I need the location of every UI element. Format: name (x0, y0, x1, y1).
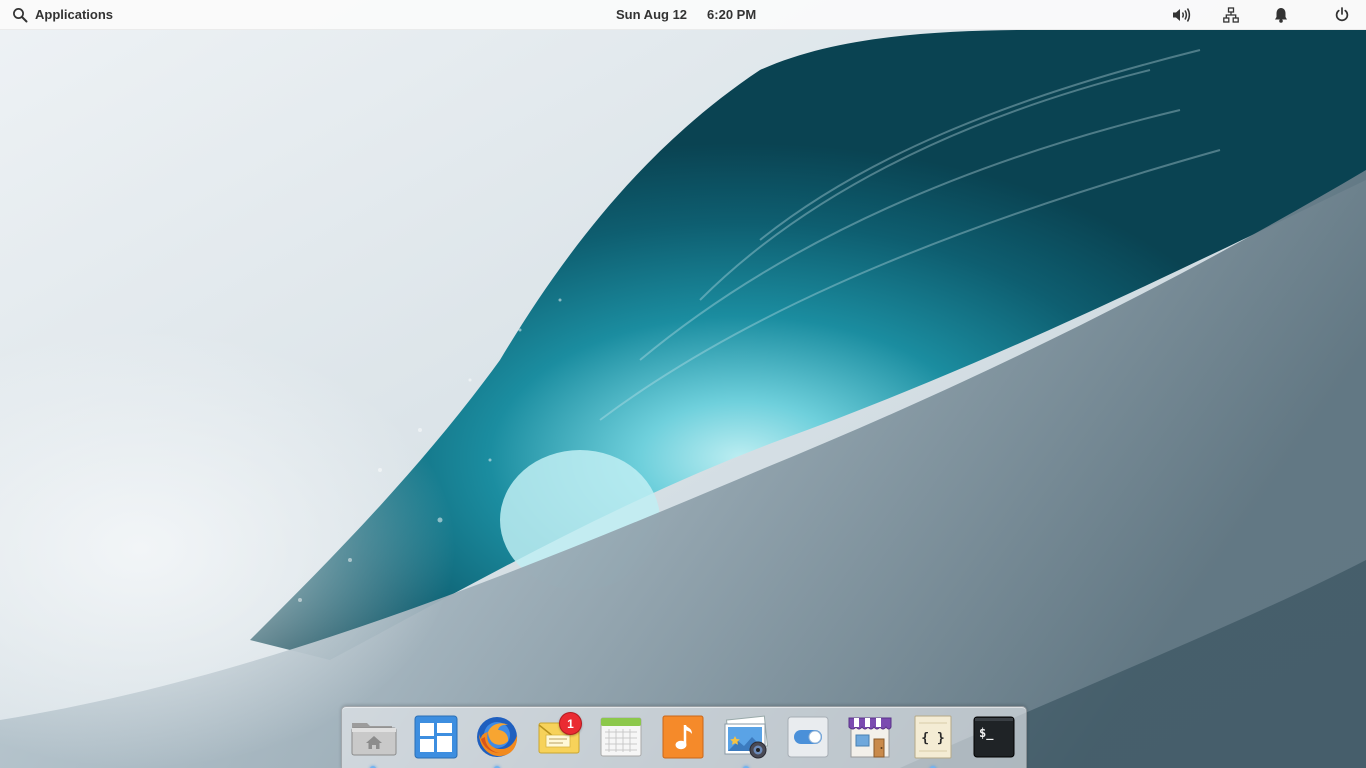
calendar-icon (600, 717, 642, 757)
notifications-icon (1275, 7, 1287, 23)
dock-item-firefox[interactable] (473, 713, 521, 768)
settings-toggle-icon (787, 716, 829, 758)
network-icon (1223, 6, 1239, 23)
notifications-indicator[interactable] (1256, 0, 1306, 29)
photos-icon (724, 715, 769, 759)
dock-item-code[interactable]: { } (909, 713, 957, 768)
volume-indicator[interactable] (1156, 0, 1206, 29)
dock-item-files[interactable] (349, 713, 397, 768)
dock-item-mail[interactable]: 1 (535, 712, 583, 765)
firefox-icon (477, 717, 518, 757)
dock-item-photos[interactable] (722, 713, 770, 768)
date-label: Sun Aug 12 (616, 7, 688, 22)
time-label: 6:20 PM (707, 7, 757, 22)
top-panel: Applications Sun Aug 12 6:20 PM (0, 0, 1366, 30)
applications-label: Applications (35, 7, 114, 22)
dock-item-calendar[interactable] (597, 713, 645, 765)
desktop[interactable]: Applications Sun Aug 12 6:20 PM 1 {} $_ (0, 0, 1366, 768)
terminal-icon: $_ (973, 716, 1015, 758)
dock-item-appcenter[interactable] (846, 713, 894, 765)
svg-text:{ }: { } (921, 731, 944, 746)
music-icon (662, 715, 704, 759)
dock-item-terminal[interactable]: $_ (970, 713, 1018, 765)
search-icon (13, 7, 28, 22)
datetime-indicator[interactable]: Sun Aug 12 6:20 PM (616, 0, 756, 29)
applications-menu-button[interactable]: Applications (12, 0, 113, 29)
appcenter-store-icon (848, 717, 892, 758)
indicator-area (1156, 0, 1352, 29)
power-indicator[interactable] (1332, 0, 1352, 29)
unread-badge: 1 (559, 712, 582, 735)
wallpaper-ocean-wave (0, 0, 1366, 768)
dock-item-system-settings[interactable] (784, 713, 832, 765)
power-icon (1335, 7, 1349, 22)
dock: 1 {} $_ (341, 706, 1027, 768)
folder-home-icon (351, 723, 397, 756)
network-indicator[interactable] (1206, 0, 1256, 29)
volume-icon (1173, 7, 1191, 22)
multitasking-icon (414, 715, 458, 759)
svg-text:$_: $_ (979, 726, 994, 741)
dock-item-music[interactable] (659, 713, 707, 765)
code-editor-icon: { } (914, 715, 952, 759)
dock-item-multitasking-view[interactable] (412, 713, 460, 765)
